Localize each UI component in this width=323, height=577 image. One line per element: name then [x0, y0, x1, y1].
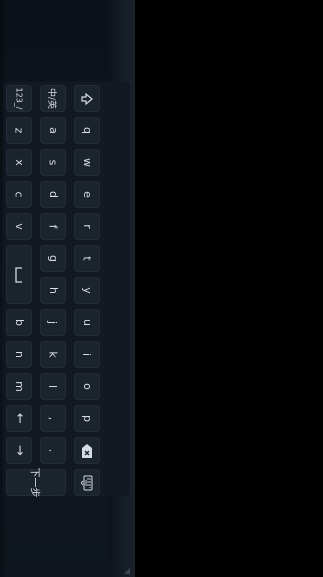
key-d[interactable]: d [40, 181, 66, 208]
backspace-key[interactable] [74, 437, 100, 464]
key-s[interactable]: s [40, 149, 66, 176]
key-t[interactable]: t [74, 245, 100, 272]
key-x[interactable]: x [6, 149, 32, 176]
hide-keyboard-key[interactable] [74, 469, 100, 496]
resize-grip-icon[interactable]: ◢ [124, 566, 134, 576]
space-key[interactable] [6, 245, 32, 304]
period-key[interactable]: . [40, 437, 66, 464]
key-u[interactable]: u [74, 309, 100, 336]
language-toggle-key[interactable]: 中/英 [40, 85, 66, 112]
key-b[interactable]: b [6, 309, 32, 336]
arrow-left-key[interactable]: ← [6, 405, 32, 432]
key-l[interactable]: l [40, 373, 66, 400]
key-m[interactable]: m [6, 373, 32, 400]
shift-icon [80, 92, 94, 106]
key-a[interactable]: a [40, 117, 66, 144]
key-r[interactable]: r [74, 213, 100, 240]
shift-key[interactable] [74, 85, 100, 112]
key-n[interactable]: n [6, 341, 32, 368]
key-f[interactable]: f [40, 213, 66, 240]
key-c[interactable]: c [6, 181, 32, 208]
space-icon [14, 266, 24, 283]
numeric-toggle-key[interactable]: 123_/ [6, 85, 32, 112]
key-q[interactable]: q [74, 117, 100, 144]
key-v[interactable]: v [6, 213, 32, 240]
keyboard-hide-icon [81, 475, 93, 491]
key-h[interactable]: h [40, 277, 66, 304]
next-step-key[interactable]: 下一步 [6, 468, 66, 498]
key-e[interactable]: e [74, 181, 100, 208]
key-z[interactable]: z [6, 117, 32, 144]
key-j[interactable]: j [40, 309, 66, 336]
key-y[interactable]: y [74, 277, 100, 304]
key-i[interactable]: i [74, 341, 100, 368]
key-k[interactable]: k [40, 341, 66, 368]
key-p[interactable]: p [74, 405, 100, 432]
backspace-icon [81, 443, 93, 459]
key-w[interactable]: w [74, 149, 100, 176]
key-g[interactable]: g [40, 245, 66, 272]
keyboard-panel: q w e r t y u i o p 中/英 a s d f g h j k … [0, 0, 135, 577]
comma-key[interactable]: , [40, 405, 66, 432]
key-o[interactable]: o [74, 373, 100, 400]
arrow-right-key[interactable]: → [6, 437, 32, 464]
